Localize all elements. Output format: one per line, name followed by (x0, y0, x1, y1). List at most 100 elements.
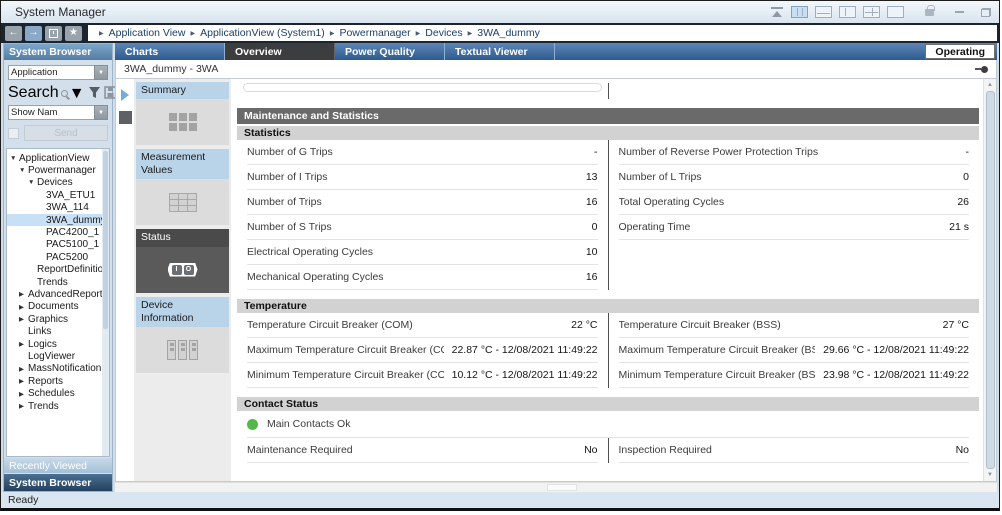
send-button[interactable]: Send (24, 125, 108, 141)
filter-icon[interactable] (88, 86, 101, 99)
tree-item[interactable]: ▶MassNotification (7, 363, 109, 375)
tree-scrollbar-thumb[interactable] (103, 151, 108, 329)
tree-expanded-icon[interactable]: ▼ (10, 155, 19, 162)
section-columns: Number of G Trips-Number of I Trips13Num… (237, 140, 979, 290)
tree-item[interactable]: ▼Powermanager (7, 164, 109, 176)
tree-item-label: 3WA_114 (46, 202, 89, 213)
tree-item[interactable]: 3VA_ETU1 (7, 189, 109, 201)
tree-item[interactable]: ▼Devices (7, 177, 109, 189)
expand-play-icon[interactable] (121, 89, 129, 101)
tree-collapsed-icon[interactable]: ▶ (19, 402, 28, 410)
stop-square-icon[interactable] (119, 111, 132, 124)
horizontal-scrollbar[interactable] (115, 482, 997, 492)
window-title: System Manager (15, 5, 106, 19)
tree-collapsed-icon[interactable]: ▶ (19, 303, 28, 311)
system-manager-window: System Manager ← → ★ ▶Application View▶A… (0, 0, 1000, 511)
value-row-label: Number of S Trips (247, 221, 332, 233)
tab-charts[interactable]: Charts (115, 43, 225, 60)
tree-item[interactable]: ReportDefinition (7, 264, 109, 276)
send-checkbox[interactable] (8, 128, 19, 139)
chevron-down-icon[interactable]: ▼ (94, 105, 108, 120)
tree-item[interactable]: ▶Schedules (7, 387, 109, 399)
operating-button[interactable]: Operating (925, 44, 995, 59)
tree-item[interactable]: Trends (7, 276, 109, 288)
subnav-item-device-information[interactable]: Device Information (136, 297, 229, 373)
vertical-scrollbar[interactable]: ▲ ▼ (983, 79, 996, 481)
breadcrumb-item[interactable]: Application View (109, 27, 186, 39)
tree-scrollbar[interactable] (102, 149, 109, 456)
tree-collapsed-icon[interactable]: ▶ (19, 377, 28, 385)
value-row-value: 0 (963, 171, 969, 183)
history-button[interactable] (45, 26, 62, 41)
split-quad-icon[interactable] (863, 6, 880, 18)
subnav-item-label: Summary (136, 82, 229, 99)
tree-item[interactable]: ▶Logics (7, 338, 109, 350)
collapse-top-icon[interactable] (770, 6, 784, 18)
subnav-item-status[interactable]: StatusIO (136, 229, 229, 292)
tree-item[interactable]: Links (7, 325, 109, 337)
tree-expanded-icon[interactable]: ▼ (19, 167, 28, 174)
chevron-down-icon[interactable]: ▼ (94, 65, 108, 80)
split-columns-icon[interactable] (791, 6, 808, 18)
device-title-bar: 3WA_dummy - 3WA (115, 60, 997, 79)
value-row-value: 29.66 °C - 12/08/2021 11:49:22 (823, 344, 969, 356)
tab-power-quality[interactable]: Power Quality (335, 43, 445, 60)
tree-item[interactable]: ▶Trends (7, 400, 109, 412)
lock-icon[interactable] (925, 9, 934, 16)
tree-item[interactable]: 3WA_114 (7, 202, 109, 214)
back-button[interactable]: ← (5, 26, 22, 41)
forward-button[interactable]: → (25, 26, 42, 41)
tree-collapsed-icon[interactable]: ▶ (19, 290, 28, 298)
scroll-down-icon[interactable]: ▼ (987, 470, 993, 480)
favorites-button[interactable]: ★ (65, 26, 82, 41)
breadcrumb-item[interactable]: 3WA_dummy (477, 27, 540, 39)
search-icon (61, 90, 68, 97)
value-row-value: - (594, 146, 598, 158)
tree-item[interactable]: LogViewer (7, 350, 109, 362)
pin-icon[interactable] (975, 66, 988, 73)
minimize-icon[interactable] (955, 11, 964, 13)
tree-expanded-icon[interactable]: ▼ (28, 179, 37, 186)
tab-overview[interactable]: Overview (225, 43, 335, 60)
value-row: Electrical Operating Cycles10 (247, 240, 598, 265)
subnav-item-label: Measurement Values (136, 149, 229, 179)
value-row-value: No (956, 444, 969, 456)
tree-collapsed-icon[interactable]: ▶ (19, 390, 28, 398)
tab-textual-viewer[interactable]: Textual Viewer (445, 43, 555, 60)
value-row: Number of G Trips- (247, 140, 598, 165)
tree-item[interactable]: ▼ApplicationView (7, 152, 109, 164)
tree-collapsed-icon[interactable]: ▶ (19, 315, 28, 323)
breadcrumb: ▶Application View▶ApplicationView (Syste… (88, 25, 997, 41)
system-browser-bar[interactable]: System Browser (4, 474, 112, 491)
search-input[interactable]: Search (8, 84, 59, 102)
status-bar: Ready (1, 492, 999, 508)
tree-item[interactable]: ▶Reports (7, 375, 109, 387)
breadcrumb-item[interactable]: Powermanager (339, 27, 410, 39)
recently-viewed-bar[interactable]: Recently Viewed (4, 458, 112, 473)
view-dropdown[interactable]: Application ▼ (8, 65, 108, 80)
single-pane-icon[interactable] (887, 6, 904, 18)
tree-item[interactable]: 3WA_dummy (7, 214, 109, 226)
vertical-scrollbar-thumb[interactable] (986, 91, 995, 469)
tree-collapsed-icon[interactable]: ▶ (19, 340, 28, 348)
tree-item[interactable]: PAC4200_1 (7, 226, 109, 238)
breadcrumb-item[interactable]: ApplicationView (System1) (200, 27, 325, 39)
subnav-item-measurement-values[interactable]: Measurement Values (136, 149, 229, 225)
split-left-icon[interactable] (839, 6, 856, 18)
horizontal-scrollbar-thumb[interactable] (547, 484, 577, 491)
show-dropdown[interactable]: Show Nam ▼ (8, 105, 108, 120)
search-dropdown-icon[interactable]: ▼ (69, 85, 85, 100)
search-box[interactable]: Search ▼ (8, 85, 85, 100)
scroll-up-icon[interactable]: ▲ (987, 80, 993, 90)
subnav-item-summary[interactable]: Summary (136, 82, 229, 145)
tree-item[interactable]: ▶Documents (7, 301, 109, 313)
green-dot-icon (247, 419, 258, 430)
restore-icon[interactable] (981, 8, 991, 17)
tree-item[interactable]: ▶AdvancedReporting (7, 288, 109, 300)
split-bottom-icon[interactable] (815, 6, 832, 18)
tree-collapsed-icon[interactable]: ▶ (19, 365, 28, 373)
tree-item[interactable]: PAC5100_1 (7, 239, 109, 251)
tree-item[interactable]: ▶Graphics (7, 313, 109, 325)
tree-item[interactable]: PAC5200 (7, 251, 109, 263)
breadcrumb-item[interactable]: Devices (425, 27, 462, 39)
